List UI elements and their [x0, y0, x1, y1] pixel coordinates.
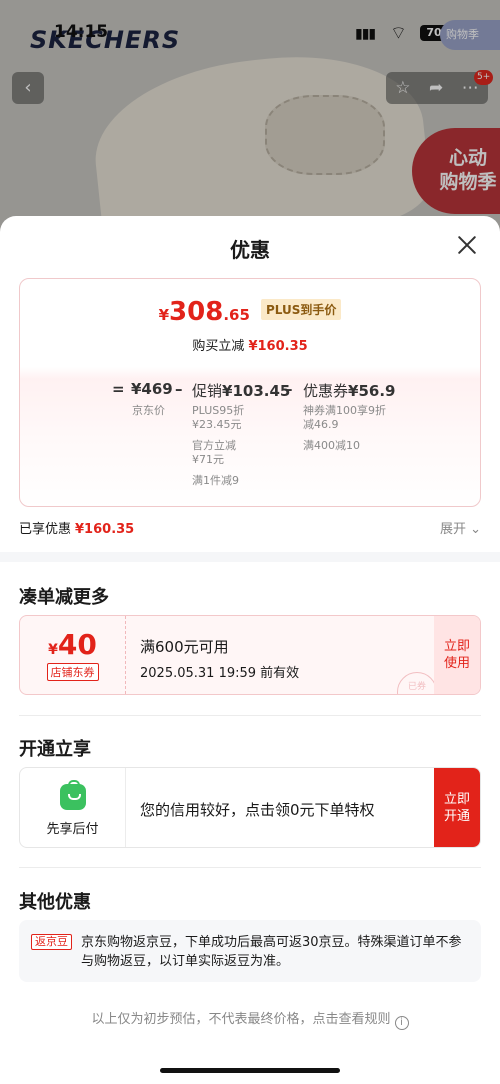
pay-later-text: 您的信用较好，点击领0元下单特权 — [140, 801, 375, 819]
expand-button[interactable]: 展开 ⌄ — [440, 518, 481, 537]
activate-button[interactable]: 立即 开通 — [434, 768, 480, 847]
shop-coupon-card[interactable]: ¥40 店铺东券 满600元可用 2025.05.31 19:59 前有效 已券… — [19, 615, 481, 695]
saved-amount: ¥160.35 — [75, 522, 135, 537]
jingdou-text: 京东购物返京豆，下单成功后最高可返30京豆。特殊渠道订单不参与购物返豆，以订单实… — [81, 935, 462, 969]
promo-sub-plus: PLUS95折 ¥23.45元 — [192, 404, 245, 431]
close-icon[interactable] — [456, 234, 478, 256]
product-page-background: SKECHERS 14:15 ▮▮▮ ⌔ 70 购物季 ‹ ☆ ➦ ⋯ 5+ 心… — [0, 0, 500, 240]
sheet-header: 优惠 — [0, 216, 500, 276]
home-indicator — [160, 1068, 340, 1073]
coupon-sub-threshold: 满400减10 — [303, 439, 360, 452]
jingdou-rebate-card: 返京豆 京东购物返京豆，下单成功后最高可返30京豆。特殊渠道订单不参与购物返豆，… — [19, 920, 481, 982]
promo-sub-perpiece: 满1件减9 — [192, 474, 239, 487]
pay-later-brand: 先享后付 — [20, 768, 126, 847]
discount-amount: ¥160.35 — [248, 339, 308, 354]
pay-later-card[interactable]: 先享后付 您的信用较好，点击领0元下单特权 立即 开通 — [19, 767, 481, 848]
saved-summary: 已享优惠 ¥160.35 展开 ⌄ — [19, 518, 481, 538]
section-separator — [0, 552, 500, 562]
more-deals-title: 凑单减更多 — [19, 587, 109, 608]
divider — [19, 715, 481, 716]
equals-sign: = — [112, 380, 125, 398]
coupon-sub-shenquan: 神券满100享9折 减46.9 — [303, 404, 386, 431]
coupon-term: 优惠券¥56.9 — [303, 382, 396, 400]
chevron-down-icon: ⌄ — [470, 522, 481, 537]
coupon-value: ¥40 店铺东券 — [20, 616, 126, 694]
other-deals-title: 其他优惠 — [19, 892, 91, 913]
coupon-stamp-icon: 已券 — [397, 672, 437, 694]
coupon-condition: 满600元可用 — [140, 638, 229, 656]
discount-label: 购买立减 — [192, 339, 245, 354]
plus-price-tag: PLUS到手价 — [260, 299, 342, 320]
price-calculation-card: ¥308.65 PLUS到手价 购买立减 ¥160.35 = ¥469 京东价 … — [19, 278, 481, 507]
discount-line: 购买立减 ¥160.35 — [20, 335, 480, 354]
coupon-type-tag: 店铺东券 — [46, 663, 99, 681]
discount-sheet: 优惠 ¥308.65 PLUS到手价 购买立减 ¥160.35 = ¥469 京… — [0, 216, 500, 1084]
promo-sub-official: 官方立减 ¥71元 — [192, 439, 236, 466]
coupon-amount: ¥40 — [48, 628, 97, 661]
rules-footnote[interactable]: 以上仅为初步预估，不代表最终价格，点击查看规则 i — [0, 1008, 500, 1030]
base-price-label: 京东价 — [132, 404, 165, 417]
divider — [19, 867, 481, 868]
coupon-validity: 2025.05.31 19:59 前有效 — [140, 666, 300, 681]
shopping-bag-icon — [59, 780, 86, 810]
promo-term: 促销¥103.45 — [192, 382, 291, 400]
use-coupon-button[interactable]: 立即 使用 — [434, 616, 480, 694]
open-enjoy-title: 开通立享 — [19, 739, 91, 760]
final-price-row: ¥308.65 PLUS到手价 — [20, 297, 480, 327]
sheet-title: 优惠 — [230, 238, 270, 262]
minus-sign: – — [175, 380, 183, 398]
final-price: ¥308.65 — [158, 297, 250, 327]
info-icon: i — [394, 1016, 409, 1030]
base-price: ¥469 — [131, 380, 173, 398]
jingdou-tag: 返京豆 — [31, 934, 72, 950]
saved-label: 已享优惠 — [19, 522, 72, 537]
minus-sign: – — [285, 380, 293, 398]
pay-later-label: 先享后付 — [46, 822, 99, 837]
modal-overlay[interactable] — [0, 0, 500, 240]
